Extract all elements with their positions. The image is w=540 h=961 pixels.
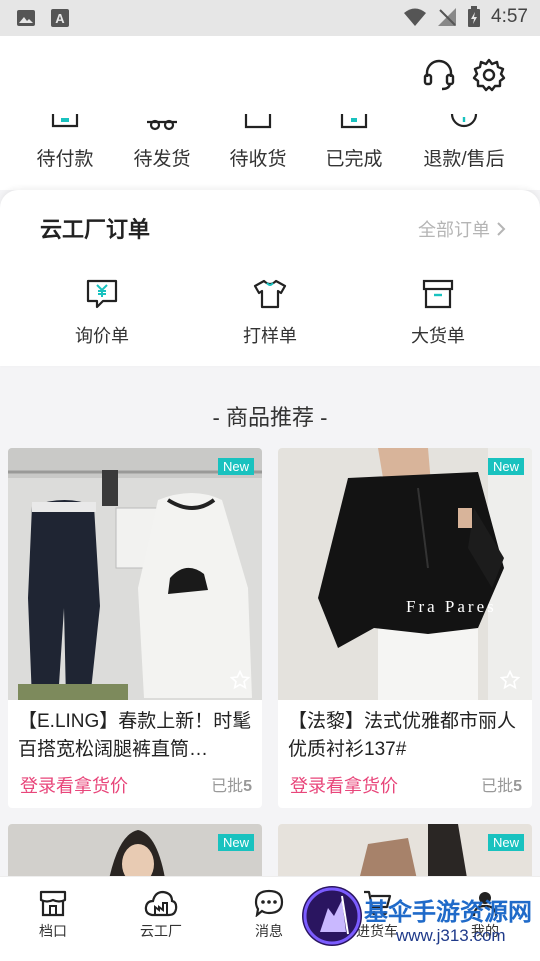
batch-prefix: 已批 [481,778,514,795]
cloud-factory-icon [144,890,178,917]
sample-order-button[interactable]: 打样单 [210,278,330,348]
product-image [278,824,532,884]
nav-cloud-factory[interactable]: 云工厂 [116,889,206,941]
status-refund[interactable]: 退款/售后 [412,112,516,190]
favorite-star-icon[interactable] [500,670,520,690]
inquiry-order-button[interactable]: 询价单 [42,278,162,348]
batch-number: 5 [243,778,252,795]
yen-chat-icon [86,279,118,309]
recommend-title: - 商品推荐 - [212,405,328,430]
status-label: 待收货 [229,149,287,170]
nav-label: 云工厂 [140,923,182,939]
new-badge: New [217,834,254,851]
new-badge: New [487,458,524,475]
site-watermark: 基伞手游资源网 www.j313.com [300,886,540,950]
product-image [8,824,262,884]
status-label: 退款/售后 [423,149,505,170]
product-image-caption: Fra Pares [406,597,497,616]
header [0,36,540,112]
inquiry-order-label: 询价单 [75,326,129,346]
signal-off-icon [438,8,457,26]
product-title: 【E.LING】春款上新！时髦百搭宽松阔腿裤直筒… [18,711,252,760]
store-icon [39,890,67,917]
all-orders-label: 全部订单 [418,220,490,240]
status-label: 待发货 [133,149,191,170]
product-image: Fra Pares [278,448,532,700]
clock: 4:57 [491,6,528,27]
product-card[interactable]: New 【E.LING】春款上新！时髦百搭宽松阔腿裤直筒… 登录看拿货价 已批5 [8,448,262,808]
status-to-receive[interactable]: 待收货 [208,112,308,190]
status-pending-payment[interactable]: 待付款 [15,112,115,190]
batch-count: 已批5 [211,772,252,796]
status-to-ship[interactable]: 待发货 [112,112,212,190]
svg-text:A: A [55,11,65,26]
check-box-icon [340,114,368,129]
status-completed[interactable]: 已完成 [304,112,404,190]
login-price-link[interactable]: 登录看拿货价 [290,772,398,798]
gallery-icon [17,10,35,26]
font-app-icon: A [51,9,69,27]
favorite-star-icon[interactable] [230,670,250,690]
batch-prefix: 已批 [211,778,244,795]
package-icon [244,114,272,129]
truck-icon [147,119,177,131]
sample-order-label: 打样单 [243,326,297,346]
login-price-link[interactable]: 登录看拿货价 [20,772,128,798]
status-label: 已完成 [325,149,383,170]
nav-label: 档口 [39,923,67,939]
watermark-title: 基伞手游资源网 [364,899,532,926]
all-orders-link[interactable]: 全部订单 [418,216,506,242]
tshirt-icon [253,279,287,309]
new-badge: New [487,834,524,851]
bulk-order-label: 大货单 [411,326,465,346]
nav-stall[interactable]: 档口 [8,889,98,941]
message-icon [254,889,284,917]
chevron-right-icon [497,222,506,236]
factory-title: 云工厂订单 [40,217,151,242]
product-card[interactable]: New [278,824,532,884]
box-icon [422,279,454,309]
watermark-logo [302,886,362,946]
wallet-icon [51,114,79,128]
wifi-icon [404,8,427,26]
order-status-row: 待付款 待发货 待收货 已完成 退款/售后 [0,112,540,190]
status-label: 待付款 [36,149,94,170]
product-card[interactable]: Fra Pares New 【法黎】法式优雅都市丽人优质衬衫137# 登录看拿货… [278,448,532,808]
customer-service-icon[interactable] [422,58,456,92]
status-bar: A 4:57 [0,0,540,36]
batch-number: 5 [513,778,522,795]
refund-icon [450,114,478,128]
product-title: 【法黎】法式优雅都市丽人优质衬衫137# [288,711,517,760]
product-image [8,448,262,700]
battery-charging-icon [468,6,481,27]
settings-gear-icon[interactable] [472,58,506,92]
ninja-logo-icon [303,887,361,945]
batch-count: 已批5 [481,772,522,796]
watermark-url: www.j313.com [396,926,506,945]
product-card[interactable]: New [8,824,262,884]
bulk-order-button[interactable]: 大货单 [378,278,498,348]
new-badge: New [217,458,254,475]
factory-orders-card: 云工厂订单 全部订单 询价单 打样单 大货单 [0,190,540,366]
